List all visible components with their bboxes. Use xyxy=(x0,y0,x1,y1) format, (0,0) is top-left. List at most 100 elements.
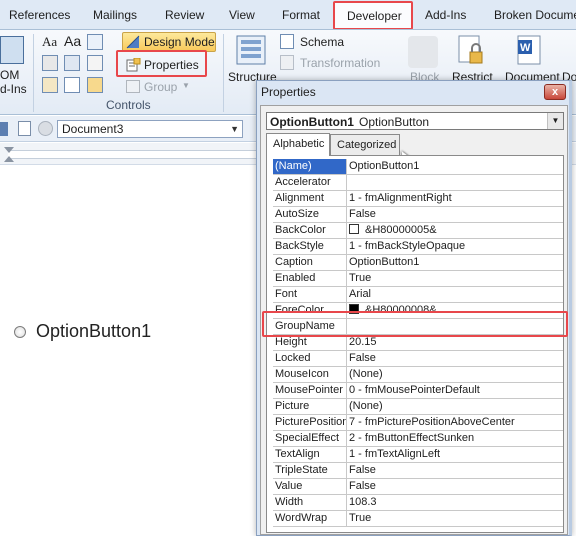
property-name: PicturePosition xyxy=(275,415,347,430)
tab-categorized[interactable]: Categorized xyxy=(330,134,400,155)
property-row[interactable]: SpecialEffect 2 - fmButtonEffectSunken xyxy=(273,431,563,447)
tab-mailings[interactable]: Mailings xyxy=(93,8,137,22)
plain-text-control-icon[interactable]: Aa xyxy=(64,33,81,49)
property-name: BackStyle xyxy=(273,239,347,254)
toolbar-grip-icon[interactable] xyxy=(0,122,8,136)
property-value[interactable]: OptionButton1 xyxy=(349,159,563,174)
property-row[interactable]: Locked False xyxy=(273,351,563,367)
rich-text-control-icon[interactable]: Aa xyxy=(42,34,57,50)
property-row[interactable]: MouseIcon (None) xyxy=(273,367,563,383)
option-button-radio[interactable] xyxy=(14,326,26,338)
combo-box-icon[interactable] xyxy=(64,55,80,71)
property-name: (Name) xyxy=(273,159,347,174)
property-value[interactable]: &H80000005& xyxy=(349,223,563,238)
schema-label[interactable]: Schema xyxy=(300,35,344,49)
tab-view[interactable]: View xyxy=(229,8,255,22)
property-name: Locked xyxy=(273,351,347,366)
property-row[interactable]: BackColor &H80000005& xyxy=(273,223,563,239)
property-row[interactable]: MousePointer 0 - fmMousePointerDefault xyxy=(273,383,563,399)
property-value[interactable]: Arial xyxy=(349,287,563,302)
transformation-icon[interactable] xyxy=(280,55,294,70)
property-row[interactable]: Height 20.15 xyxy=(273,335,563,351)
property-row[interactable]: Value False xyxy=(273,479,563,495)
close-icon: x xyxy=(551,86,559,98)
com-addins-label-1: OM xyxy=(0,68,20,82)
property-row[interactable]: AutoSize False xyxy=(273,207,563,223)
property-value[interactable]: 108.3 xyxy=(349,495,563,510)
property-value[interactable] xyxy=(349,175,563,190)
property-row[interactable]: Accelerator xyxy=(273,175,563,191)
property-row[interactable]: Font Arial xyxy=(273,287,563,303)
building-block-icon[interactable] xyxy=(42,55,58,71)
property-value[interactable]: True xyxy=(349,511,563,526)
property-value[interactable]: 0 - fmMousePointerDefault xyxy=(349,383,563,398)
hanging-indent-marker[interactable] xyxy=(4,156,14,162)
property-value[interactable]: 20.15 xyxy=(349,335,563,350)
block-authors-icon[interactable] xyxy=(408,36,438,68)
property-row[interactable]: Alignment 1 - fmAlignmentRight xyxy=(273,191,563,207)
property-row[interactable]: BackStyle 1 - fmBackStyleOpaque xyxy=(273,239,563,255)
tab-references[interactable]: References xyxy=(9,8,70,22)
record-icon[interactable] xyxy=(38,121,53,136)
first-line-indent-marker[interactable] xyxy=(4,147,14,153)
property-value[interactable]: False xyxy=(349,351,563,366)
property-name: Width xyxy=(273,495,347,510)
property-value[interactable]: 1 - fmTextAlignLeft xyxy=(349,447,563,462)
group-dropdown-arrow-icon: ▼ xyxy=(182,81,190,90)
property-value[interactable]: 1 - fmAlignmentRight xyxy=(349,191,563,206)
tab-format[interactable]: Format xyxy=(282,8,320,22)
design-mode-label: Design Mode xyxy=(144,35,215,49)
tab-review[interactable]: Review xyxy=(165,8,204,22)
schema-icon[interactable] xyxy=(280,34,294,49)
restrict-editing-icon[interactable] xyxy=(456,34,486,68)
property-value[interactable]: OptionButton1 xyxy=(349,255,563,270)
legacy-tools-dropdown-icon[interactable] xyxy=(87,77,103,93)
tab-alphabetic[interactable]: Alphabetic xyxy=(266,133,330,156)
document-selector[interactable]: Document3 ▼ xyxy=(57,120,243,138)
date-picker-icon[interactable] xyxy=(42,77,58,93)
property-value[interactable]: False xyxy=(349,463,563,478)
tab-broken-documents[interactable]: Broken Docume xyxy=(494,8,576,22)
structure-icon[interactable] xyxy=(235,34,267,66)
property-row[interactable]: Picture (None) xyxy=(273,399,563,415)
color-swatch-icon xyxy=(349,224,359,234)
property-row[interactable]: WordWrap True xyxy=(273,511,563,527)
properties-highlight-box xyxy=(116,50,207,77)
property-row[interactable]: TextAlign 1 - fmTextAlignLeft xyxy=(273,447,563,463)
property-value[interactable]: 7 - fmPicturePositionAboveCenter xyxy=(349,415,563,430)
transformation-label[interactable]: Transformation xyxy=(300,56,380,70)
document-template-icon[interactable]: W xyxy=(514,34,544,68)
property-value[interactable]: 1 - fmBackStyleOpaque xyxy=(349,239,563,254)
property-row[interactable]: PicturePosition 7 - fmPicturePositionAbov… xyxy=(273,415,563,431)
legacy-tools-icon[interactable] xyxy=(64,77,80,93)
property-row[interactable]: Enabled True xyxy=(273,271,563,287)
property-row[interactable]: Width 108.3 xyxy=(273,495,563,511)
property-value[interactable]: (None) xyxy=(349,367,563,382)
property-value[interactable]: False xyxy=(349,207,563,222)
option-button-caption[interactable]: OptionButton1 xyxy=(36,321,151,342)
com-addins-icon[interactable] xyxy=(0,36,24,64)
drop-down-list-icon[interactable] xyxy=(87,55,103,71)
developer-highlight-box xyxy=(333,1,413,30)
ribbon-tab-bar: References Mailings Review View Format D… xyxy=(0,0,576,30)
design-mode-button[interactable]: Design Mode xyxy=(122,32,216,52)
property-row[interactable]: (Name) OptionButton1 xyxy=(273,159,563,175)
property-name: MousePointer xyxy=(273,383,347,398)
chevron-down-icon: ▼ xyxy=(547,113,563,129)
property-value[interactable]: (None) xyxy=(349,399,563,414)
property-name: Height xyxy=(273,335,347,350)
property-row[interactable]: TripleState False xyxy=(273,463,563,479)
property-name: Font xyxy=(273,287,347,302)
tab-add-ins[interactable]: Add-Ins xyxy=(425,8,466,22)
property-name: SpecialEffect xyxy=(273,431,347,446)
close-button[interactable]: x xyxy=(544,84,566,100)
property-value[interactable]: False xyxy=(349,479,563,494)
property-row[interactable]: Caption OptionButton1 xyxy=(273,255,563,271)
object-selector[interactable]: OptionButton1 OptionButton ▼ xyxy=(266,112,564,130)
property-name: TripleState xyxy=(273,463,347,478)
group-button[interactable]: Group ▼ xyxy=(124,78,194,96)
new-document-icon[interactable] xyxy=(18,121,31,136)
picture-control-icon[interactable] xyxy=(87,34,103,50)
property-value[interactable]: True xyxy=(349,271,563,286)
property-value[interactable]: 2 - fmButtonEffectSunken xyxy=(349,431,563,446)
